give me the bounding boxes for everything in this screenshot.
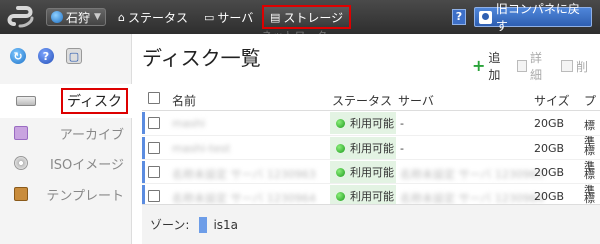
column-header-server[interactable]: サーバ: [398, 92, 434, 109]
document-icon: [517, 60, 527, 72]
top-navigation-bar: 石狩 ▼ ⌂ ステータス ▭ サーバ ▤ ストレージ ネットワーク ? 旧コンパ…: [0, 0, 600, 42]
row-status-label: 利用可能: [350, 166, 394, 179]
row-server: -: [400, 117, 404, 130]
row-size: 20GB: [534, 166, 565, 179]
sidebar-toolbar: ↻ ? ▢: [0, 34, 132, 78]
status-ok-icon: [336, 118, 345, 128]
table-row[interactable]: 名称未設定 サーバ 1230963 利用可能 名称未設定 サーバ 1230963…: [142, 159, 600, 197]
row-checkbox[interactable]: [148, 117, 160, 132]
column-header-size[interactable]: サイズ: [534, 92, 570, 109]
globe-icon: [51, 11, 63, 23]
row-status-label: 利用可能: [350, 142, 394, 155]
nav-server[interactable]: ▭ サーバ: [204, 8, 253, 26]
sidebar-item-archive[interactable]: アーカイブ: [0, 116, 132, 150]
row-status: 利用可能: [330, 112, 396, 134]
monitor-icon: ▭: [204, 10, 215, 24]
sidebar: ↻ ? ▢ ディスク アーカイブ ISOイメージ テンプレート: [0, 34, 132, 244]
sidebar-item-template[interactable]: テンプレート: [0, 177, 132, 211]
page-title: ディスク一覧: [142, 46, 261, 70]
nav-status[interactable]: ⌂ ステータス: [118, 8, 188, 26]
row-name: mashi: [172, 117, 206, 130]
zone-label: ゾーン:: [150, 218, 190, 232]
plus-icon: +: [472, 56, 486, 75]
row-status-label: 利用可能: [350, 190, 394, 203]
row-checkbox[interactable]: [148, 190, 160, 205]
window-icon[interactable]: ▢: [66, 48, 82, 64]
zone-selector-label: 石狩: [66, 10, 91, 25]
column-header-status[interactable]: ステータス: [332, 92, 392, 109]
row-checkbox[interactable]: [148, 166, 160, 181]
sidebar-item-label: ディスク: [60, 88, 128, 114]
nav-status-label: ステータス: [127, 10, 188, 25]
sidebar-item-disk[interactable]: ディスク: [0, 84, 132, 118]
nav-storage[interactable]: ▤ ストレージ: [262, 5, 352, 29]
add-button[interactable]: + 追加: [472, 49, 505, 83]
row-status: 利用可能: [330, 137, 396, 159]
detail-button-label: 詳細: [529, 51, 542, 82]
row-server: -: [400, 142, 404, 155]
back-to-old-panel-button[interactable]: 旧コンパネに戻す: [474, 2, 592, 33]
package-icon: [14, 187, 28, 201]
status-ok-icon: [336, 143, 345, 153]
trash-icon: [560, 60, 573, 72]
row-size: 20GB: [534, 190, 565, 203]
row-server: 名称未設定 サーバ 1230963: [400, 168, 544, 181]
help-icon[interactable]: ?: [38, 48, 54, 64]
user-icon: [479, 10, 492, 24]
home-icon: ⌂: [118, 10, 125, 24]
zone-value: is1a: [213, 217, 239, 232]
detail-button[interactable]: 詳細: [517, 49, 549, 83]
main-panel: ディスク一覧 + 追加 詳細 削 名前 ステータス サーバ サイズ プ mash…: [132, 34, 600, 244]
row-size: 20GB: [534, 117, 565, 130]
row-zone-indicator: [142, 161, 145, 183]
row-status: 利用可能: [330, 161, 396, 183]
select-all-checkbox[interactable]: [148, 92, 160, 107]
disc-icon: [14, 156, 28, 170]
sidebar-item-iso[interactable]: ISOイメージ: [0, 146, 132, 180]
help-button[interactable]: ?: [452, 9, 466, 25]
row-name: mashi-test: [172, 142, 231, 155]
column-header-plan[interactable]: プ: [584, 92, 596, 109]
sidebar-item-label: ISOイメージ: [49, 157, 124, 173]
back-to-old-panel-label: 旧コンパネに戻す: [495, 2, 580, 33]
table-header: 名前 ステータス サーバ サイズ プ: [142, 89, 600, 111]
action-toolbar: + 追加 詳細 削: [472, 49, 600, 83]
table-footer: ゾーン: is1a: [142, 204, 600, 244]
status-ok-icon: [336, 191, 345, 201]
hdd-icon: [16, 96, 36, 106]
delete-button[interactable]: 削: [560, 58, 588, 75]
disk-table: 名前 ステータス サーバ サイズ プ mashi 利用可能 - 20GB 標準 …: [142, 89, 600, 221]
sakura-logo-icon[interactable]: [6, 4, 40, 30]
refresh-icon[interactable]: ↻: [10, 48, 26, 64]
delete-button-label: 削: [575, 59, 588, 74]
table-row[interactable]: mashi-test 利用可能 - 20GB 標準: [142, 135, 600, 173]
row-status-label: 利用可能: [350, 117, 394, 130]
row-name: 名称未設定 サーバ 1230963: [172, 168, 316, 181]
status-ok-icon: [336, 167, 345, 177]
add-button-label: 追加: [488, 51, 501, 82]
storage-icon: ▤: [270, 10, 281, 24]
row-checkbox[interactable]: [148, 142, 160, 157]
sidebar-item-label: アーカイブ: [59, 127, 124, 143]
nav-server-label: サーバ: [217, 10, 254, 25]
row-zone-indicator: [142, 112, 145, 134]
row-zone-indicator: [142, 137, 145, 159]
chevron-down-icon: ▼: [94, 12, 101, 22]
sidebar-item-label: テンプレート: [46, 188, 124, 204]
table-row[interactable]: mashi 利用可能 - 20GB 標準: [142, 111, 600, 148]
nav-storage-label: ストレージ: [283, 10, 344, 25]
archive-icon: [14, 126, 28, 140]
zone-selector[interactable]: 石狩 ▼: [46, 8, 106, 26]
column-header-name[interactable]: 名前: [172, 92, 196, 109]
zone-color-chip: [199, 216, 208, 233]
row-size: 20GB: [534, 142, 565, 155]
